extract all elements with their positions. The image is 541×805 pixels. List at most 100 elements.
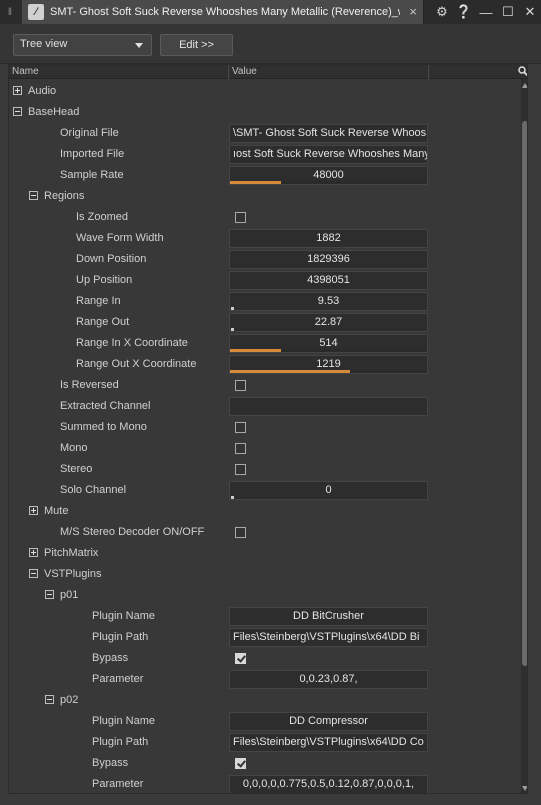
tree-row[interactable]: Bypass bbox=[9, 648, 519, 669]
value-text: 4398051 bbox=[307, 274, 350, 286]
checkbox[interactable] bbox=[235, 443, 246, 454]
tree-row[interactable]: Extracted Channel bbox=[9, 396, 519, 417]
tree-row[interactable]: M/S Stereo Decoder ON/OFF bbox=[9, 522, 519, 543]
collapse-icon[interactable] bbox=[45, 590, 54, 599]
value-field[interactable]: 22.87 bbox=[229, 313, 428, 332]
value-field[interactable]: 4398051 bbox=[229, 271, 428, 290]
value-field[interactable]: 514 bbox=[229, 334, 428, 353]
gear-icon[interactable]: ⚙ bbox=[431, 4, 453, 20]
scroll-up-icon[interactable] bbox=[522, 83, 527, 88]
slider-handle[interactable] bbox=[231, 328, 234, 331]
tree-row[interactable]: Mute bbox=[9, 501, 519, 522]
tree-row-label: p01 bbox=[60, 589, 79, 601]
tree-row[interactable]: Mono bbox=[9, 438, 519, 459]
window-controls: ⚙ ❔ — ☐ ✕ bbox=[431, 0, 541, 24]
value-field[interactable] bbox=[229, 397, 428, 416]
tree-row[interactable]: Wave Form Width 1882 bbox=[9, 228, 519, 249]
tree-row-label: Up Position bbox=[76, 274, 133, 286]
collapse-icon[interactable] bbox=[13, 107, 22, 116]
checkbox[interactable] bbox=[235, 422, 246, 433]
column-header-name[interactable]: Name bbox=[9, 65, 229, 79]
tree-row[interactable]: Bypass bbox=[9, 753, 519, 774]
tree-row-label: Sample Rate bbox=[60, 169, 124, 181]
value-field[interactable]: 1219 bbox=[229, 355, 428, 374]
tree-row[interactable]: Parameter 0,0,0,0,0.775,0.5,0.12,0.87,0,0… bbox=[9, 774, 519, 793]
tree-row[interactable]: Plugin Name DD BitCrusher bbox=[9, 606, 519, 627]
checkbox[interactable] bbox=[235, 380, 246, 391]
tree-row[interactable]: PitchMatrix bbox=[9, 543, 519, 564]
checkbox[interactable] bbox=[235, 758, 246, 769]
checkbox[interactable] bbox=[235, 464, 246, 475]
tree-row[interactable]: Plugin Path Files\Steinberg\VSTPlugins\x6… bbox=[9, 732, 519, 753]
value-field[interactable]: ıost Soft Suck Reverse Whooshes Many bbox=[229, 145, 428, 164]
tree-row[interactable]: Range In X Coordinate 514 bbox=[9, 333, 519, 354]
value-field[interactable]: 0 bbox=[229, 481, 428, 500]
value-text: DD Compressor bbox=[289, 715, 368, 727]
collapse-icon[interactable] bbox=[29, 569, 38, 578]
view-mode-select[interactable]: Tree view bbox=[13, 34, 152, 56]
minimize-icon[interactable]: — bbox=[475, 5, 497, 20]
checkbox[interactable] bbox=[235, 212, 246, 223]
tree-row[interactable]: BaseHead bbox=[9, 102, 519, 123]
vertical-scrollbar[interactable] bbox=[521, 79, 527, 793]
tree-row[interactable]: Plugin Path Files\Steinberg\VSTPlugins\x6… bbox=[9, 627, 519, 648]
value-field[interactable]: Files\Steinberg\VSTPlugins\x64\DD Co bbox=[229, 733, 428, 752]
collapse-icon[interactable] bbox=[29, 191, 38, 200]
tree-row[interactable]: Regions bbox=[9, 186, 519, 207]
checkbox[interactable] bbox=[235, 527, 246, 538]
value-field[interactable]: 48000 bbox=[229, 166, 428, 185]
tree-row[interactable]: p02 bbox=[9, 690, 519, 711]
tree-row[interactable]: Range In 9.53 bbox=[9, 291, 519, 312]
maximize-icon[interactable]: ☐ bbox=[497, 4, 519, 20]
close-icon[interactable]: ✕ bbox=[519, 4, 541, 20]
tree-row[interactable]: p01 bbox=[9, 585, 519, 606]
tree-row[interactable]: Summed to Mono bbox=[9, 417, 519, 438]
value-field[interactable]: \SMT- Ghost Soft Suck Reverse Whoos bbox=[229, 124, 428, 143]
slider-handle[interactable] bbox=[231, 307, 234, 310]
tree-row[interactable]: Is Zoomed bbox=[9, 207, 519, 228]
tab-title: SMT- Ghost Soft Suck Reverse Whooshes Ma… bbox=[50, 6, 400, 18]
tree-row[interactable]: Range Out X Coordinate 1219 bbox=[9, 354, 519, 375]
tree-row-label: Plugin Path bbox=[92, 736, 149, 748]
value-field[interactable]: 0,0,0,0,0.775,0.5,0.12,0.87,0,0,0,1, bbox=[229, 775, 428, 793]
search-icon[interactable] bbox=[518, 66, 528, 76]
value-field[interactable]: 1882 bbox=[229, 229, 428, 248]
scrollbar-thumb[interactable] bbox=[522, 121, 527, 666]
column-header-value[interactable]: Value bbox=[229, 65, 429, 79]
scroll-down-icon[interactable] bbox=[522, 786, 527, 791]
tree-row[interactable]: Stereo bbox=[9, 459, 519, 480]
checkbox[interactable] bbox=[235, 653, 246, 664]
value-field[interactable]: Files\Steinberg\VSTPlugins\x64\DD Bi bbox=[229, 628, 428, 647]
expand-icon[interactable] bbox=[29, 548, 38, 557]
tree-row[interactable]: Audio bbox=[9, 81, 519, 102]
expand-icon[interactable] bbox=[13, 86, 22, 95]
tree-row[interactable]: Plugin Name DD Compressor bbox=[9, 711, 519, 732]
slider-handle[interactable] bbox=[231, 496, 234, 499]
tree-row[interactable]: Parameter 0,0.23,0.87, bbox=[9, 669, 519, 690]
value-field[interactable]: 0,0.23,0.87, bbox=[229, 670, 428, 689]
value-field[interactable]: 1829396 bbox=[229, 250, 428, 269]
tree-row-label: Plugin Path bbox=[92, 631, 149, 643]
slider-fill bbox=[230, 349, 281, 352]
tree-row[interactable]: Imported File ıost Soft Suck Reverse Whoo… bbox=[9, 144, 519, 165]
expand-icon[interactable] bbox=[29, 506, 38, 515]
document-tab[interactable]: ∕ SMT- Ghost Soft Suck Reverse Whooshes … bbox=[22, 0, 424, 24]
tab-close-icon[interactable]: × bbox=[409, 4, 417, 19]
tree-row[interactable]: Solo Channel 0 bbox=[9, 480, 519, 501]
tree-row[interactable]: Original File \SMT- Ghost Soft Suck Rever… bbox=[9, 123, 519, 144]
tree-row[interactable]: Is Reversed bbox=[9, 375, 519, 396]
tree-row-label: Range Out bbox=[76, 316, 130, 328]
value-field[interactable]: DD Compressor bbox=[229, 712, 428, 731]
tree-row[interactable]: Sample Rate 48000 bbox=[9, 165, 519, 186]
value-field[interactable]: 9.53 bbox=[229, 292, 428, 311]
help-icon[interactable]: ❔ bbox=[453, 4, 475, 20]
tree-row[interactable]: Up Position 4398051 bbox=[9, 270, 519, 291]
value-field[interactable]: DD BitCrusher bbox=[229, 607, 428, 626]
collapse-icon[interactable] bbox=[45, 695, 54, 704]
drag-grip-icon[interactable]: ‖ bbox=[0, 0, 20, 24]
value-text: 9.53 bbox=[317, 295, 340, 307]
tree-row[interactable]: Range Out 22.87 bbox=[9, 312, 519, 333]
tree-row[interactable]: VSTPlugins bbox=[9, 564, 519, 585]
tree-row[interactable]: Down Position 1829396 bbox=[9, 249, 519, 270]
edit-button[interactable]: Edit >> bbox=[160, 34, 233, 56]
